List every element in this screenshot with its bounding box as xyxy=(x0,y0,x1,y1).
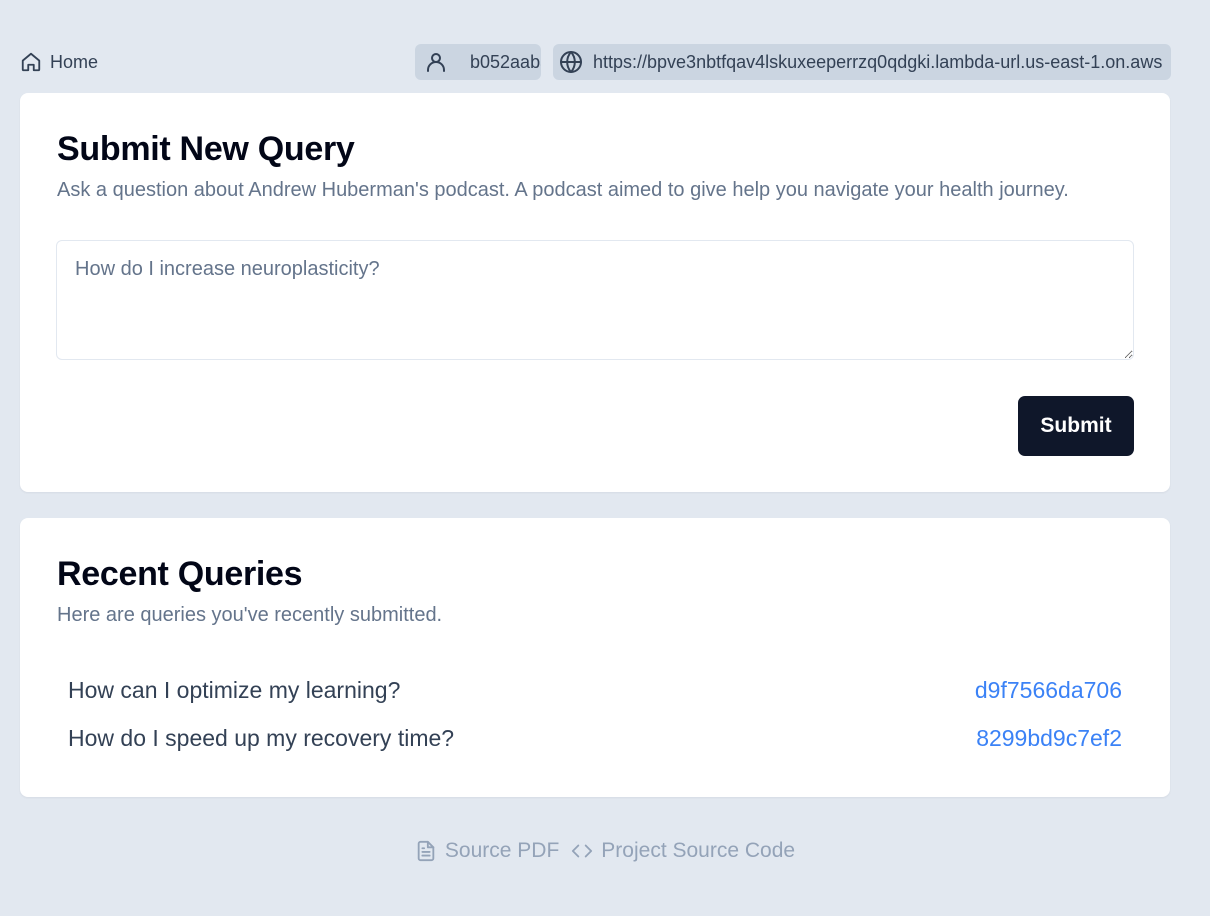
submit-card-description: Ask a question about Andrew Huberman's p… xyxy=(57,179,1069,201)
query-text: How do I speed up my recovery time? xyxy=(68,724,455,751)
file-text-icon xyxy=(417,840,435,862)
user-id-chip: b052aaba xyxy=(415,44,541,80)
submit-card-title: Submit New Query xyxy=(57,130,355,168)
submit-button[interactable]: Submit xyxy=(1018,396,1134,456)
home-label: Home xyxy=(50,51,99,72)
recent-card-title: Recent Queries xyxy=(57,555,303,593)
project-source-code-link[interactable]: Project Source Code xyxy=(571,839,795,863)
source-code-label: Project Source Code xyxy=(601,839,796,862)
user-id: b052aaba xyxy=(470,51,541,72)
globe-icon xyxy=(560,51,582,73)
source-pdf-link[interactable]: Source PDF xyxy=(415,839,559,863)
endpoint-url: https://bpve3nbtfqav4lskuxeeperrzq0qdgki… xyxy=(593,51,1163,72)
query-text: How can I optimize my learning? xyxy=(68,676,401,703)
list-item: How can I optimize my learning? d9f7566d… xyxy=(56,666,1134,714)
top-nav: Home b052aaba https://bpve3nbtfqav4lskux… xyxy=(20,44,1171,80)
home-link[interactable]: Home xyxy=(20,44,98,80)
recent-queries-card: Recent Queries Here are queries you've r… xyxy=(20,518,1170,797)
home-icon xyxy=(21,52,41,72)
footer: Source PDF Project Source Code xyxy=(0,834,1210,868)
recent-card-description: Here are queries you've recently submitt… xyxy=(57,604,443,626)
source-pdf-label: Source PDF xyxy=(444,839,560,862)
query-id-link[interactable]: 8299bd9c7ef2 xyxy=(976,725,1122,752)
endpoint-url-chip: https://bpve3nbtfqav4lskuxeeperrzq0qdgki… xyxy=(553,44,1171,80)
list-item: How do I speed up my recovery time? 8299… xyxy=(56,714,1134,762)
code-icon xyxy=(572,844,593,858)
submit-query-card: Submit New Query Ask a question about An… xyxy=(20,93,1170,492)
query-input[interactable] xyxy=(56,240,1134,360)
query-id-link[interactable]: d9f7566da706 xyxy=(975,677,1122,704)
recent-query-list: How can I optimize my learning? d9f7566d… xyxy=(56,666,1134,762)
user-icon xyxy=(427,53,445,72)
